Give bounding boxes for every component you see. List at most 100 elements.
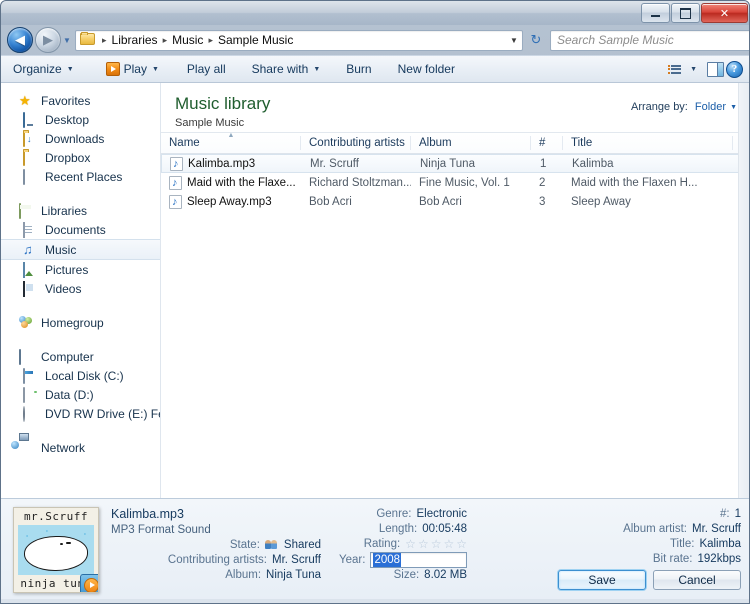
table-row[interactable]: Sleep Away.mp3 Bob Acri Bob Acri 3 Sleep… <box>161 192 749 211</box>
column-header-track-number[interactable]: # <box>531 133 563 153</box>
address-dropdown-button[interactable]: ▼ <box>506 31 522 50</box>
videos-icon <box>23 280 39 297</box>
history-dropdown-button[interactable]: ▼ <box>61 28 73 52</box>
sidebar-label: Homegroup <box>41 315 104 330</box>
details-middle-column: Genre: Electronic Length: 00:05:48 Ratin… <box>339 507 467 603</box>
help-button[interactable]: ? <box>726 60 743 78</box>
detail-value[interactable]: Kalimba <box>699 537 741 552</box>
sidebar-item-libraries[interactable]: Libraries <box>1 201 160 220</box>
libraries-icon <box>19 202 35 219</box>
arrange-by-control[interactable]: Arrange by: Folder ▼ <box>631 101 737 113</box>
column-header-name[interactable]: ▲ Name <box>161 132 301 153</box>
forward-arrow-icon: ▶ <box>43 32 53 48</box>
play-all-button[interactable]: Play all <box>179 58 234 80</box>
cell-track: 3 <box>539 195 546 208</box>
sidebar-item-local-disk-c[interactable]: Local Disk (C:) <box>1 366 160 385</box>
star-icon[interactable]: ☆ <box>443 538 454 551</box>
sort-ascending-icon: ▲ <box>227 132 235 139</box>
sidebar-label: Recent Places <box>45 169 123 184</box>
year-input[interactable]: 2008 <box>370 552 467 568</box>
detail-value[interactable]: Ninja Tuna <box>266 568 321 583</box>
pictures-icon <box>23 261 39 278</box>
documents-icon <box>23 221 39 238</box>
play-all-label: Play all <box>186 62 226 76</box>
address-bar[interactable]: ▸ Libraries ▸ Music ▸ Sample Music ▼ <box>75 29 523 51</box>
sidebar-item-documents[interactable]: Documents <box>1 220 160 239</box>
star-icon[interactable]: ☆ <box>456 538 467 551</box>
column-header-title[interactable]: Title <box>563 133 733 153</box>
table-row[interactable]: Maid with the Flaxe... Richard Stoltzman… <box>161 173 749 192</box>
detail-value[interactable]: Mr. Scruff <box>692 522 741 537</box>
detail-value[interactable]: Mr. Scruff <box>272 553 321 568</box>
details-right-column: #: 1 Album artist: Mr. Scruff Title: Kal… <box>481 507 741 603</box>
sidebar-item-dvd-drive-e[interactable]: DVD RW Drive (E:) Fe <box>1 404 160 423</box>
organize-button[interactable]: Organize ▼ <box>5 58 82 80</box>
play-button[interactable]: Play ▼ <box>98 58 167 80</box>
sidebar-label: Favorites <box>41 93 91 108</box>
burn-label: Burn <box>346 62 372 76</box>
close-button[interactable]: ✕ <box>701 3 748 23</box>
view-dropdown-caret-icon[interactable]: ▼ <box>690 66 697 73</box>
chevron-down-icon: ▼ <box>151 65 159 73</box>
cancel-button[interactable]: Cancel <box>653 570 741 590</box>
save-button[interactable]: Save <box>558 570 646 590</box>
play-overlay-icon[interactable] <box>80 574 98 592</box>
maximize-button[interactable] <box>671 3 700 23</box>
window-controls: ✕ <box>641 3 748 23</box>
search-input[interactable]: Search Sample Music <box>551 33 749 47</box>
vertical-scrollbar[interactable] <box>738 83 749 498</box>
arrange-by-value[interactable]: Folder <box>695 101 726 113</box>
cell-track: 1 <box>540 157 547 170</box>
breadcrumb-item-libraries[interactable]: Libraries <box>110 33 160 47</box>
cell-name: Maid with the Flaxe... <box>161 175 301 190</box>
star-icon[interactable]: ☆ <box>431 538 442 551</box>
sidebar-label: Network <box>41 440 86 455</box>
command-toolbar: Organize ▼ Play ▼ Play all Share with ▼ … <box>1 55 749 83</box>
sidebar-item-videos[interactable]: Videos <box>1 279 160 298</box>
sidebar-label: Videos <box>45 281 82 296</box>
detail-value[interactable]: 1 <box>735 507 741 522</box>
burn-button[interactable]: Burn <box>338 58 379 80</box>
sidebar-item-computer[interactable]: Computer <box>1 347 160 366</box>
detail-album-artist-row: Album artist: Mr. Scruff <box>481 522 741 537</box>
album-art-top-text: mr.Scruff <box>23 510 89 523</box>
detail-value[interactable]: Electronic <box>417 507 468 522</box>
play-icon <box>105 62 120 76</box>
sidebar-item-network[interactable]: Network <box>1 432 160 457</box>
detail-track-number-row: #: 1 <box>481 507 741 522</box>
table-row[interactable]: Kalimba.mp3 Mr. Scruff Ninja Tuna 1 Kali… <box>161 154 749 173</box>
sidebar-item-pictures[interactable]: Pictures <box>1 260 160 279</box>
breadcrumb-item-sample-music[interactable]: Sample Music <box>216 33 295 47</box>
detail-year-row: Year: 2008 <box>339 552 467 568</box>
sidebar-item-desktop[interactable]: Desktop <box>1 110 160 129</box>
star-icon[interactable]: ☆ <box>405 538 416 551</box>
homegroup-icon <box>19 315 35 330</box>
preview-pane-button[interactable] <box>707 61 724 77</box>
play-label: Play <box>123 62 147 76</box>
share-with-button[interactable]: Share with ▼ <box>244 58 329 80</box>
detail-genre-row: Genre: Electronic <box>339 507 467 522</box>
sidebar-item-data-d[interactable]: Data (D:) <box>1 385 160 404</box>
column-header-contributing-artists[interactable]: Contributing artists <box>301 133 411 153</box>
sidebar-item-dropbox[interactable]: Dropbox <box>1 148 160 167</box>
sidebar-label: Downloads <box>45 131 105 146</box>
sidebar-group-homegroup: Homegroup <box>1 313 160 332</box>
sidebar-item-recent-places[interactable]: Recent Places <box>1 167 160 186</box>
column-header-album[interactable]: Album <box>411 133 531 153</box>
star-icon[interactable]: ☆ <box>418 538 429 551</box>
new-folder-button[interactable]: New folder <box>390 58 463 80</box>
recent-places-icon <box>23 168 39 185</box>
back-button[interactable]: ◀ <box>7 27 33 53</box>
refresh-button[interactable]: ↻ <box>525 30 547 51</box>
breadcrumb-item-music[interactable]: Music <box>170 33 205 47</box>
minimize-button[interactable] <box>641 3 670 23</box>
sidebar-item-music[interactable]: ♫ Music <box>1 239 160 260</box>
sidebar-item-favorites[interactable]: ★ Favorites <box>1 91 160 110</box>
sidebar-item-homegroup[interactable]: Homegroup <box>1 313 160 332</box>
rating-stars[interactable]: ☆ ☆ ☆ ☆ ☆ <box>405 538 467 551</box>
forward-button[interactable]: ▶ <box>35 27 61 53</box>
search-box[interactable]: Search Sample Music <box>550 29 749 51</box>
change-view-button[interactable] <box>665 61 683 77</box>
sidebar-item-downloads[interactable]: ↓ Downloads <box>1 129 160 148</box>
minimize-icon <box>651 14 660 17</box>
